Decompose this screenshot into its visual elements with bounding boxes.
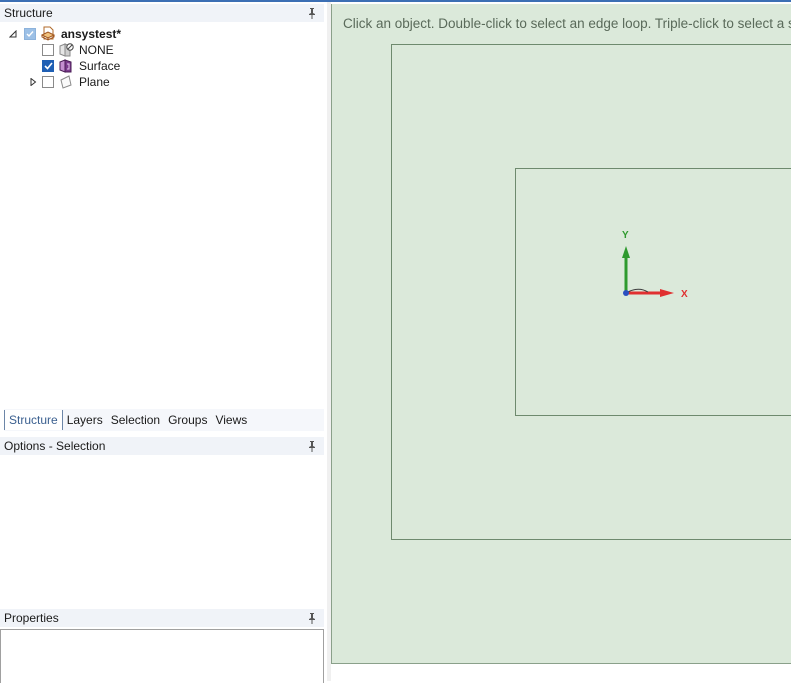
structure-panel-header: Structure xyxy=(0,4,324,22)
y-axis-label: Y xyxy=(622,230,629,241)
tab-groups[interactable]: Groups xyxy=(164,410,211,430)
tab-layers[interactable]: Layers xyxy=(63,410,107,430)
plane-icon xyxy=(58,74,74,90)
tab-selection[interactable]: Selection xyxy=(107,410,164,430)
y-axis-arrow xyxy=(622,246,630,258)
panel-tabs: Structure Layers Selection Groups Views xyxy=(4,409,324,431)
tree-node-label: Plane xyxy=(79,75,110,89)
tree-row-surface[interactable]: Surface xyxy=(42,58,120,74)
properties-panel-title: Properties xyxy=(4,611,59,625)
viewport-hint-text: Click an object. Double-click to select … xyxy=(343,16,791,31)
tab-structure[interactable]: Structure xyxy=(4,410,63,430)
structure-panel-title: Structure xyxy=(4,6,53,20)
tree-checkbox[interactable] xyxy=(42,44,54,56)
properties-grid[interactable] xyxy=(0,629,324,683)
tree-checkbox[interactable] xyxy=(24,28,36,40)
tree-row-none[interactable]: NONE xyxy=(42,42,114,58)
pin-icon[interactable] xyxy=(307,7,317,19)
surface-body-icon xyxy=(58,58,74,74)
x-axis-label: X xyxy=(681,289,688,300)
collapse-arrow-icon[interactable] xyxy=(8,29,18,39)
tree-row-plane[interactable]: Plane xyxy=(28,74,110,90)
tree-checkbox[interactable] xyxy=(42,60,54,72)
x-axis-arrow xyxy=(660,289,674,297)
tree-node-label: ansystest* xyxy=(61,27,122,41)
options-panel-header: Options - Selection xyxy=(0,437,324,455)
tab-views[interactable]: Views xyxy=(211,410,251,430)
3d-viewport[interactable]: Click an object. Double-click to select … xyxy=(331,4,791,664)
properties-panel-header: Properties xyxy=(0,609,324,627)
origin-point xyxy=(623,290,629,296)
pin-icon[interactable] xyxy=(307,440,317,452)
status-strip xyxy=(331,664,791,681)
options-panel-title: Options - Selection xyxy=(4,439,106,453)
axis-triad: Y X xyxy=(622,230,688,300)
document-icon xyxy=(40,26,56,42)
tree-node-label: Surface xyxy=(79,59,121,73)
tree-row-ansystest[interactable]: ansystest* xyxy=(8,26,121,42)
tree-node-label: NONE xyxy=(79,43,114,57)
component-icon xyxy=(58,42,74,58)
left-panel: Structure ansystest* NONE Surface Plane … xyxy=(0,2,327,683)
expand-arrow-icon[interactable] xyxy=(28,77,38,87)
pin-icon[interactable] xyxy=(307,612,317,624)
tree-checkbox[interactable] xyxy=(42,76,54,88)
